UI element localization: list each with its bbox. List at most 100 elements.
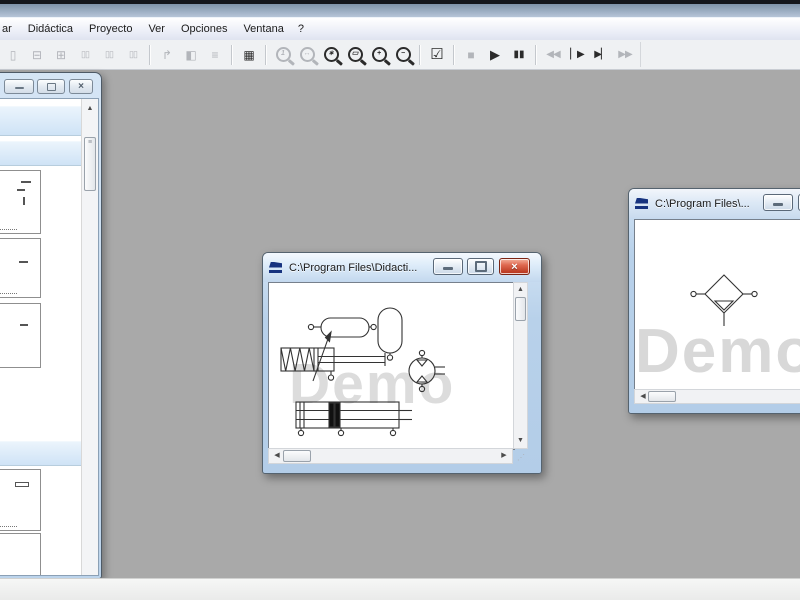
component-symbol	[15, 482, 29, 487]
zoom-area-icon[interactable]: ▭	[344, 43, 366, 67]
menu-bar: ar Didáctica Proyecto Ver Opciones Venta…	[0, 18, 800, 40]
circuit-window-1[interactable]: C:\Program Files\Didacti... × Demo ▲ ▼ ◀…	[262, 252, 542, 474]
component-thumbnail[interactable]	[0, 469, 41, 531]
menu-item-didactica[interactable]: Didáctica	[20, 20, 81, 38]
scroll-thumb[interactable]	[515, 297, 526, 321]
festo-logo-icon	[635, 198, 650, 210]
step-forward-icon[interactable]: ▏▶	[566, 43, 588, 67]
menu-item-ver[interactable]: Ver	[140, 20, 173, 38]
zoom-original-icon[interactable]: 1	[272, 43, 294, 67]
close-icon: ×	[78, 81, 84, 92]
align-middle-icon[interactable]: ▯▯	[98, 43, 120, 67]
window-close-button[interactable]: ×	[499, 258, 530, 275]
simulation-check-icon[interactable]: ☑	[426, 43, 448, 67]
menu-item-help[interactable]: ?	[292, 20, 310, 38]
align-left-icon[interactable]: ▯	[2, 43, 24, 67]
component-symbol	[17, 189, 25, 191]
menu-item-proyecto[interactable]: Proyecto	[81, 20, 140, 38]
library-maximize-button[interactable]	[37, 79, 65, 94]
window-corner: ⋰	[513, 448, 528, 464]
circuit-window-2[interactable]: C:\Program Files\... Demo ◀	[628, 188, 800, 414]
horizontal-scrollbar[interactable]: ◀ ▶	[268, 448, 513, 464]
menu-item-ventana[interactable]: Ventana	[235, 20, 291, 38]
component-label	[0, 229, 17, 230]
zoom-in-glyph: +	[376, 50, 382, 57]
circuit-window-2-title: C:\Program Files\...	[655, 197, 750, 210]
component-thumbnail[interactable]	[0, 303, 41, 368]
component-symbol	[19, 261, 28, 263]
grip-icon: ≡	[87, 139, 93, 146]
toolbar-separator	[231, 44, 233, 65]
component-thumbnail[interactable]	[0, 533, 41, 575]
component-label	[0, 526, 17, 527]
step-to-end-icon[interactable]: ▶▏	[590, 43, 612, 67]
library-window[interactable]: × ▲ ≡	[0, 72, 102, 579]
scroll-up-icon[interactable]: ▲	[82, 103, 98, 115]
vertical-scrollbar[interactable]: ▲ ▼	[513, 282, 528, 449]
circuit-canvas-1[interactable]: Demo	[268, 282, 515, 450]
window-titlebar-edge[interactable]	[0, 4, 800, 18]
scroll-down-icon[interactable]: ▼	[514, 435, 527, 447]
window-maximize-button[interactable]	[467, 258, 494, 275]
zoom-out-icon[interactable]: −	[392, 43, 414, 67]
library-section-bar[interactable]	[0, 106, 82, 136]
close-icon: ×	[511, 260, 518, 273]
toolbar-separator	[535, 44, 537, 65]
component-thumbnail[interactable]	[0, 170, 41, 234]
grid-icon[interactable]: ▦	[238, 43, 260, 67]
scroll-right-icon[interactable]: ▶	[498, 449, 510, 463]
zoom-fit-icon[interactable]: ∗	[320, 43, 342, 67]
library-section-bar[interactable]	[0, 141, 82, 166]
library-scroll-thumb[interactable]: ≡	[84, 137, 96, 191]
align-center-icon[interactable]: ⊟	[26, 43, 48, 67]
library-scrollbar[interactable]: ▲ ≡	[81, 99, 98, 575]
window-minimize-button[interactable]	[433, 258, 463, 275]
festo-logo-icon	[269, 262, 284, 274]
fast-forward-icon[interactable]: ▶▶	[614, 43, 636, 67]
zoom-original-glyph: 1	[281, 50, 285, 57]
circuit-window-1-title: C:\Program Files\Didacti...	[289, 261, 418, 274]
align-bottom-icon[interactable]: ▯▯	[122, 43, 144, 67]
horizontal-scrollbar[interactable]: ◀	[634, 389, 800, 404]
menu-item-opciones[interactable]: Opciones	[173, 20, 235, 38]
mirror-icon[interactable]: ◧	[180, 43, 202, 67]
minimize-icon	[443, 267, 453, 270]
zoom-fit-glyph: ∗	[328, 50, 334, 57]
library-section-bar[interactable]	[0, 441, 82, 466]
component-symbol	[20, 324, 28, 326]
align-top-icon[interactable]: ▯▯	[74, 43, 96, 67]
maximize-icon	[474, 261, 487, 272]
application-window: ar Didáctica Proyecto Ver Opciones Venta…	[0, 0, 800, 600]
resize-grip-icon[interactable]: ⋰	[517, 453, 527, 463]
distribute-icon[interactable]: ≡	[204, 43, 226, 67]
menu-item-partial[interactable]: ar	[0, 20, 20, 38]
demo-watermark: Demo	[635, 317, 800, 386]
stop-icon[interactable]: ■	[460, 43, 482, 67]
component-thumbnail[interactable]	[0, 238, 41, 298]
scroll-up-icon[interactable]: ▲	[514, 284, 527, 296]
pause-icon[interactable]: ▮▮	[508, 43, 530, 67]
scroll-left-icon[interactable]: ◀	[271, 449, 283, 463]
circuit-canvas-2[interactable]: Demo	[634, 219, 800, 391]
window-minimize-button[interactable]	[763, 194, 793, 211]
zoom-width-glyph: ↔	[303, 50, 311, 57]
minimize-icon	[14, 87, 24, 89]
rotate-icon[interactable]: ↱	[156, 43, 178, 67]
play-icon[interactable]: ▶	[484, 43, 506, 67]
pneumatic-circuit-drawing: Demo	[635, 274, 800, 386]
zoom-width-icon[interactable]: ↔	[296, 43, 318, 67]
maximize-icon	[46, 82, 56, 91]
scroll-thumb[interactable]	[283, 450, 311, 462]
library-close-button[interactable]: ×	[69, 79, 93, 94]
component-symbol	[21, 181, 31, 183]
mdi-workspace: × ▲ ≡ C:\Program Files\Didacti... × Demo…	[0, 70, 800, 579]
library-minimize-button[interactable]	[4, 79, 34, 94]
step-back-icon[interactable]: ◀◀	[542, 43, 564, 67]
toolbar-separator	[419, 44, 421, 65]
align-right-icon[interactable]: ⊞	[50, 43, 72, 67]
toolbar-separator	[453, 44, 455, 65]
zoom-area-glyph: ▭	[351, 50, 359, 57]
component-label	[0, 293, 17, 294]
scroll-thumb[interactable]	[648, 391, 676, 402]
zoom-in-icon[interactable]: +	[368, 43, 390, 67]
